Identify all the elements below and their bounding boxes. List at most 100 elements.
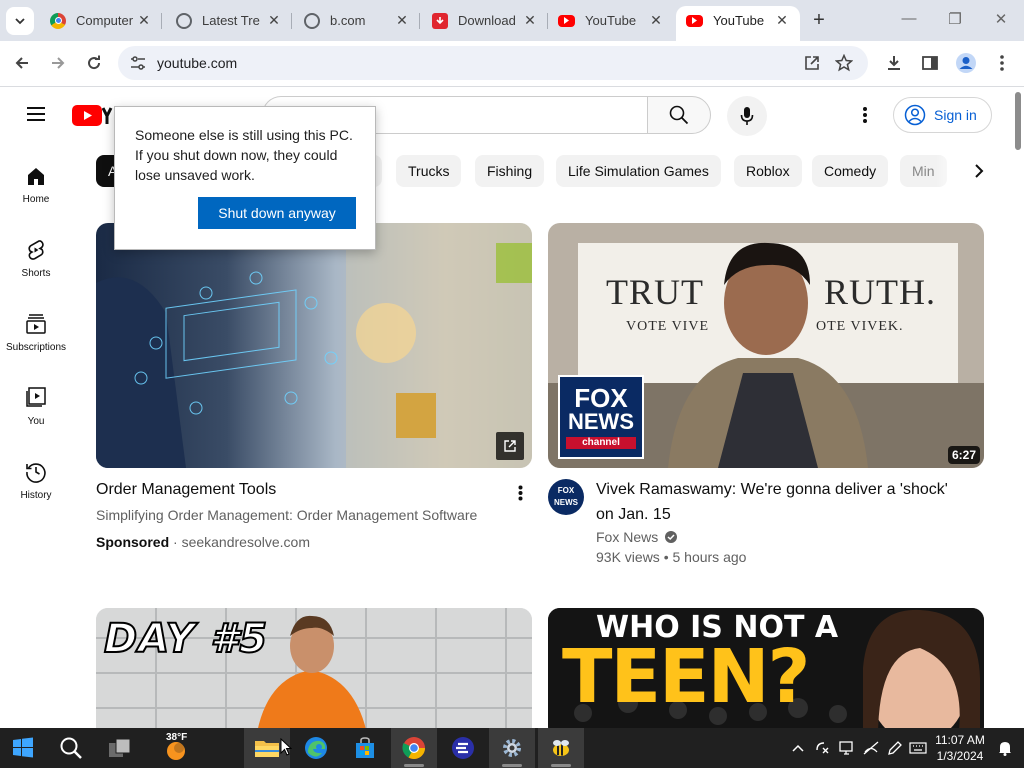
windows-taskbar: 38°F 11:07 AM 1/3/2024 bbox=[0, 728, 1024, 768]
channel-avatar-fox-news[interactable]: FOX NEWS bbox=[548, 479, 584, 515]
tab-youtube-active[interactable]: YouTube ✕ bbox=[676, 6, 800, 41]
shut-down-anyway-button[interactable]: Shut down anyway bbox=[198, 197, 356, 229]
keyboard-icon bbox=[909, 742, 927, 754]
taskbar-settings[interactable] bbox=[489, 728, 535, 768]
video-menu-button[interactable] bbox=[510, 482, 530, 504]
video-thumbnail-ad[interactable] bbox=[96, 223, 532, 468]
task-view-icon bbox=[109, 738, 131, 757]
hamburger-menu-icon[interactable] bbox=[26, 104, 46, 124]
thumbnail-art bbox=[96, 223, 532, 468]
display-icon bbox=[839, 741, 853, 755]
tray-pen[interactable] bbox=[884, 728, 906, 768]
taskbar-edge[interactable] bbox=[293, 728, 339, 768]
fox-logo-line1: FOX bbox=[574, 383, 628, 413]
tray-network[interactable] bbox=[860, 728, 882, 768]
video-thumbnail-who-is-not-a-teen[interactable]: WHO IS NOT A TEEN? bbox=[548, 608, 984, 738]
chip-scroll-next-button[interactable] bbox=[966, 158, 992, 184]
page-scrollbar[interactable] bbox=[1012, 88, 1024, 728]
close-tab-icon[interactable]: ✕ bbox=[648, 12, 664, 29]
tab-youtube-1[interactable]: YouTube ✕ bbox=[548, 6, 674, 35]
task-view-button[interactable] bbox=[97, 728, 143, 768]
new-tab-button[interactable]: + bbox=[808, 10, 830, 32]
channel-name[interactable]: Fox News bbox=[596, 527, 658, 547]
tab-latest-trends[interactable]: Latest Tre ✕ bbox=[166, 6, 292, 35]
taskbar-store[interactable] bbox=[342, 728, 388, 768]
youtube-logo[interactable] bbox=[72, 104, 116, 126]
browser-toolbar: youtube.com bbox=[0, 41, 1024, 87]
folder-icon bbox=[255, 741, 279, 757]
close-tab-icon[interactable]: ✕ bbox=[522, 12, 538, 29]
sign-in-label: Sign in bbox=[934, 107, 977, 123]
forward-button[interactable] bbox=[46, 51, 70, 75]
open-external-button[interactable] bbox=[496, 432, 524, 460]
show-hidden-icons-button[interactable] bbox=[788, 728, 808, 768]
tab-title: YouTube bbox=[585, 13, 637, 28]
minimize-button[interactable]: — bbox=[897, 10, 921, 30]
rail-item-subscriptions[interactable]: Subscriptions bbox=[0, 312, 72, 353]
account-circle-icon bbox=[904, 104, 926, 126]
rail-item-home[interactable]: Home bbox=[0, 164, 72, 205]
ad-domain: seekandresolve.com bbox=[181, 534, 310, 550]
bookmark-star-icon[interactable] bbox=[835, 54, 853, 72]
tab-computer[interactable]: Computer ✕ bbox=[40, 6, 162, 35]
taskbar-bee-app[interactable] bbox=[538, 728, 584, 768]
tab-title: b.com bbox=[330, 13, 366, 28]
chip-roblox[interactable]: Roblox bbox=[734, 155, 802, 187]
open-in-app-icon[interactable] bbox=[804, 55, 820, 71]
chip-life-simulation-games[interactable]: Life Simulation Games bbox=[556, 155, 721, 187]
video-title[interactable]: Order Management Tools bbox=[96, 479, 276, 501]
tray-sync-off[interactable] bbox=[812, 728, 834, 768]
close-tab-icon[interactable]: ✕ bbox=[136, 12, 152, 29]
vertical-dots-icon bbox=[1000, 55, 1004, 71]
youtube-settings-button[interactable] bbox=[852, 102, 878, 128]
address-bar[interactable]: youtube.com bbox=[118, 46, 868, 80]
youtube-search-button[interactable] bbox=[647, 96, 711, 134]
video-duration: 6:27 bbox=[947, 446, 980, 464]
thumbnail-line-2: TEEN? bbox=[562, 634, 810, 720]
tray-keyboard[interactable] bbox=[907, 728, 929, 768]
close-tab-icon[interactable]: ✕ bbox=[774, 12, 790, 29]
rail-item-you[interactable]: You bbox=[0, 386, 72, 427]
video-thumbnail-vivek[interactable]: TRUT RUTH. VOTE VIVE OTE VIVEK. FOX NEWS… bbox=[548, 223, 984, 468]
back-button[interactable] bbox=[10, 51, 34, 75]
taskbar-file-explorer[interactable] bbox=[244, 728, 292, 768]
taskbar-clock[interactable]: 11:07 AM 1/3/2024 bbox=[928, 732, 992, 764]
chip-fishing[interactable]: Fishing bbox=[475, 155, 545, 187]
profile-button[interactable] bbox=[954, 51, 978, 75]
chrome-menu-button[interactable] bbox=[990, 51, 1014, 75]
you-icon bbox=[26, 387, 46, 407]
tray-display[interactable] bbox=[836, 728, 858, 768]
taskbar-search-button[interactable] bbox=[48, 728, 94, 768]
voice-search-button[interactable] bbox=[727, 96, 767, 136]
tab-b-com[interactable]: b.com ✕ bbox=[294, 6, 420, 35]
downloads-button[interactable] bbox=[882, 51, 906, 75]
chip-comedy[interactable]: Comedy bbox=[812, 155, 889, 187]
close-tab-icon[interactable]: ✕ bbox=[394, 12, 410, 29]
tab-title: YouTube bbox=[713, 13, 765, 28]
shorts-icon bbox=[28, 240, 44, 260]
network-icon bbox=[863, 741, 879, 755]
close-tab-icon[interactable]: ✕ bbox=[266, 12, 282, 29]
rail-item-shorts[interactable]: Shorts bbox=[0, 238, 72, 279]
side-panel-button[interactable] bbox=[918, 51, 942, 75]
chip-trucks[interactable]: Trucks bbox=[396, 155, 462, 187]
notifications-button[interactable] bbox=[994, 728, 1016, 768]
scrollbar-thumb[interactable] bbox=[1015, 92, 1021, 150]
reload-button[interactable] bbox=[82, 51, 106, 75]
taskbar-app-e[interactable] bbox=[440, 728, 486, 768]
windows-logo-icon bbox=[13, 737, 33, 758]
sign-in-button[interactable]: Sign in bbox=[893, 97, 992, 133]
rail-item-history[interactable]: History bbox=[0, 460, 72, 501]
tab-download[interactable]: Download ✕ bbox=[422, 6, 548, 35]
video-title[interactable]: Vivek Ramaswamy: We're gonna deliver a '… bbox=[596, 479, 976, 526]
video-thumbnail-day-5[interactable]: DAY #5 bbox=[96, 608, 532, 738]
profile-avatar-icon bbox=[956, 53, 976, 73]
youtube-logo-icon bbox=[72, 104, 102, 126]
close-window-button[interactable]: ✕ bbox=[989, 10, 1013, 30]
restore-button[interactable]: ❐ bbox=[943, 10, 967, 30]
site-settings-icon[interactable] bbox=[130, 55, 146, 71]
taskbar-chrome[interactable] bbox=[391, 728, 437, 768]
rail-label: You bbox=[27, 416, 45, 427]
start-button[interactable] bbox=[0, 728, 46, 768]
tab-search-button[interactable] bbox=[6, 7, 34, 35]
